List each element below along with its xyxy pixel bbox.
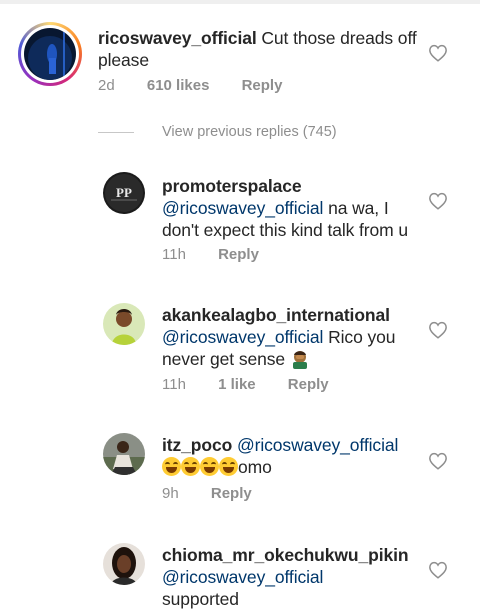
avatar[interactable] bbox=[24, 28, 76, 80]
laughing-emoji-icon bbox=[219, 457, 238, 476]
reply-button[interactable]: Reply bbox=[288, 376, 329, 393]
timestamp: 9h bbox=[162, 485, 179, 502]
laughing-emoji-icon bbox=[181, 457, 200, 476]
comment-text: supported bbox=[162, 589, 239, 609]
timestamp: 2d bbox=[98, 77, 115, 94]
reply-button[interactable]: Reply bbox=[218, 246, 259, 263]
mention-link[interactable]: @ricoswavey_official bbox=[162, 198, 323, 218]
mention-link[interactable]: @ricoswavey_official bbox=[162, 327, 323, 347]
comment-meta: 2d 610 likes Reply bbox=[98, 77, 282, 94]
avatar[interactable] bbox=[103, 543, 145, 585]
comment-body: promoterspalace @ricoswavey_official na … bbox=[162, 175, 422, 241]
username[interactable]: itz_poco bbox=[162, 435, 232, 455]
facepalm-emoji-icon bbox=[290, 349, 310, 369]
heart-outline-icon[interactable] bbox=[428, 321, 448, 339]
avatar[interactable] bbox=[103, 303, 145, 345]
likes-count[interactable]: 1 like bbox=[218, 376, 256, 393]
comment-body: chioma_mr_okechukwu_pikin @ricoswavey_of… bbox=[162, 544, 432, 610]
comment-body: ricoswavey_official Cut those dreads off… bbox=[98, 27, 418, 71]
timestamp: 11h bbox=[162, 246, 186, 263]
likes-count[interactable]: 610 likes bbox=[147, 77, 210, 94]
avatar[interactable] bbox=[103, 433, 145, 475]
view-previous-label[interactable]: View previous replies (745) bbox=[162, 124, 337, 140]
mention-link[interactable]: @ricoswavey_official bbox=[162, 567, 323, 587]
heart-outline-icon[interactable] bbox=[428, 561, 448, 579]
avatar-story-ring[interactable] bbox=[18, 22, 82, 86]
laughing-emoji-icon bbox=[200, 457, 219, 476]
heart-outline-icon[interactable] bbox=[428, 44, 448, 62]
svg-text:PP: PP bbox=[116, 185, 132, 200]
username[interactable]: akankealagbo_international bbox=[162, 305, 390, 325]
comment-body: itz_poco @ricoswavey_official omo bbox=[162, 434, 422, 478]
mention-link[interactable]: @ricoswavey_official bbox=[237, 435, 398, 455]
comment-meta: 11h Reply bbox=[162, 246, 259, 263]
replies-line bbox=[98, 131, 134, 133]
reply-button[interactable]: Reply bbox=[242, 77, 283, 94]
comment-meta: 11h 1 like Reply bbox=[162, 376, 329, 393]
laughing-emoji-icon bbox=[162, 457, 181, 476]
view-previous-replies[interactable]: View previous replies (745) bbox=[98, 124, 337, 140]
top-divider bbox=[0, 0, 480, 4]
username[interactable]: ricoswavey_official bbox=[98, 28, 257, 48]
comment-text: omo bbox=[238, 457, 272, 477]
username[interactable]: chioma_mr_okechukwu_pikin bbox=[162, 545, 409, 565]
username[interactable]: promoterspalace bbox=[162, 176, 302, 196]
heart-outline-icon[interactable] bbox=[428, 192, 448, 210]
avatar[interactable]: PP bbox=[103, 172, 145, 214]
timestamp: 11h bbox=[162, 376, 186, 393]
heart-outline-icon[interactable] bbox=[428, 452, 448, 470]
comment-meta: 9h Reply bbox=[162, 485, 252, 502]
reply-button[interactable]: Reply bbox=[211, 485, 252, 502]
comment-body: akankealagbo_international @ricoswavey_o… bbox=[162, 304, 432, 370]
